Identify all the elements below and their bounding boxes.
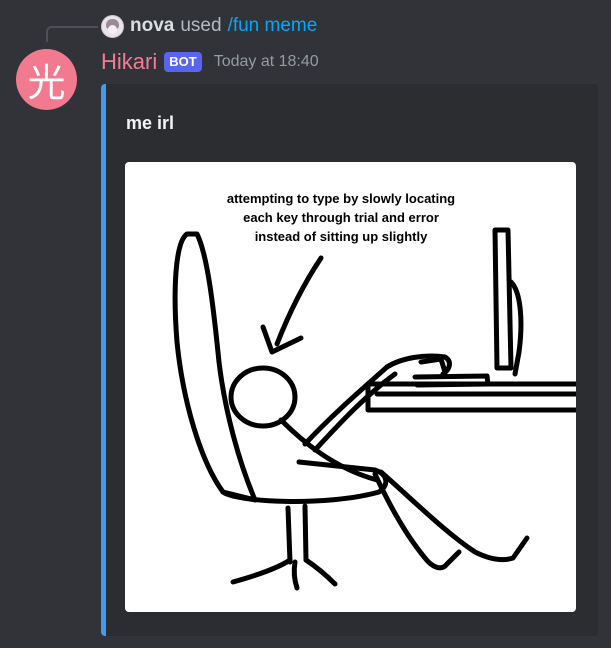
chair-leg xyxy=(291,559,300,591)
chair-stem xyxy=(302,503,309,563)
bot-username[interactable]: Hikari xyxy=(101,49,157,75)
leg xyxy=(378,469,530,563)
head xyxy=(228,365,298,429)
arrow-shaft xyxy=(274,255,324,347)
command-used-text: used xyxy=(180,15,222,36)
chair-stem xyxy=(285,505,293,565)
command-user-avatar[interactable] xyxy=(101,14,124,38)
chair-leg xyxy=(230,557,293,585)
command-name[interactable]: /fun meme xyxy=(228,15,318,37)
chair-leg xyxy=(303,557,338,587)
embed-title: me irl xyxy=(126,113,175,133)
command-username[interactable]: nova xyxy=(130,15,174,37)
message: nova used /fun meme 光 Hikari BOT Today a… xyxy=(0,0,611,648)
bot-avatar[interactable]: 光 xyxy=(16,49,77,110)
monitor xyxy=(492,227,514,371)
bot-badge: BOT xyxy=(164,52,202,72)
meme-drawing xyxy=(172,227,576,591)
arm xyxy=(302,364,390,447)
embed-image[interactable]: attempting to type by slowly locating ea… xyxy=(125,162,576,612)
message-timestamp[interactable]: Today at 18:40 xyxy=(214,53,319,71)
embed: me irl attempting to type by slowly loca… xyxy=(101,84,598,636)
command-reply[interactable]: nova used /fun meme xyxy=(101,13,317,39)
avatar-glyph: 光 xyxy=(27,61,66,105)
hand xyxy=(418,356,448,375)
chair-back xyxy=(172,231,258,503)
reply-connector xyxy=(46,26,98,42)
message-header: Hikari BOT Today at 18:40 xyxy=(101,48,319,76)
leg xyxy=(372,471,462,571)
desk xyxy=(365,381,576,413)
